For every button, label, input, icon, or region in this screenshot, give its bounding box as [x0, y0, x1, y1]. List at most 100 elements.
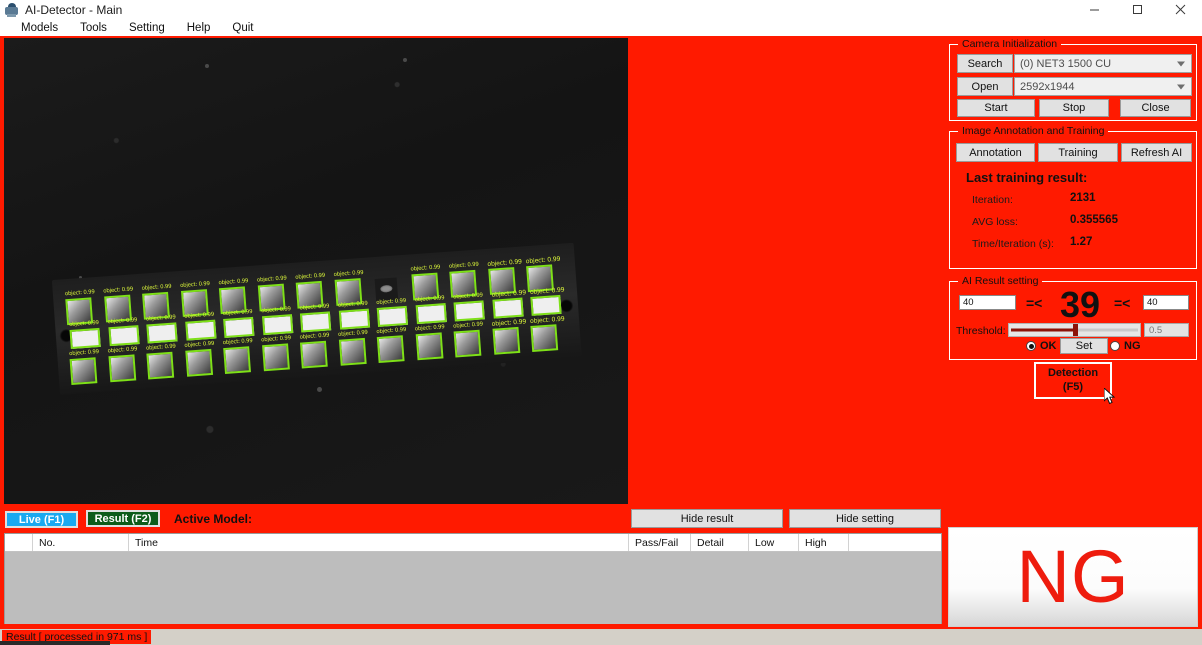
detection-box [146, 351, 175, 380]
threshold-label: Threshold: [956, 325, 1006, 337]
last-training-result-heading: Last training result: [966, 170, 1088, 185]
detection-box [223, 346, 251, 375]
detection-box [261, 314, 293, 336]
image-speck [205, 64, 209, 68]
detection-box [453, 300, 485, 322]
open-button[interactable]: Open [957, 77, 1013, 96]
slider-thumb[interactable] [1073, 324, 1079, 336]
detection-box [299, 340, 328, 369]
detection-box [376, 335, 405, 363]
verdict-text: NG [1016, 535, 1130, 618]
refresh-ai-button[interactable]: Refresh AI [1121, 143, 1192, 162]
table-header-row: No. Time Pass/Fail Detail Low High [5, 534, 941, 552]
avg-loss-value: 0.355565 [1070, 214, 1118, 226]
menu-item-models[interactable]: Models [10, 22, 69, 34]
window-controls [1073, 0, 1202, 19]
table-column-header[interactable]: High [799, 534, 849, 551]
table-column-header[interactable]: No. [33, 534, 129, 551]
low-threshold-input[interactable]: 40 [959, 295, 1016, 310]
ai-result-group-title: AI Result setting [958, 275, 1043, 287]
hide-setting-button[interactable]: Hide setting [789, 509, 941, 528]
detection-button-line2: (F5) [1062, 380, 1084, 393]
time-iteration-label: Time/Iteration (s): [972, 238, 1054, 250]
maximize-icon[interactable] [1116, 0, 1159, 19]
annotation-button[interactable]: Annotation [956, 143, 1035, 162]
camera-icon [4, 2, 20, 18]
minimize-icon[interactable] [1073, 0, 1116, 19]
detection-box [299, 311, 332, 333]
detection-box [338, 337, 367, 366]
chevron-down-icon [1177, 84, 1185, 89]
training-group-title: Image Annotation and Training [958, 125, 1109, 137]
camera-resolution-select[interactable]: 2592x1944 [1014, 77, 1192, 96]
results-table[interactable]: No. Time Pass/Fail Detail Low High [4, 533, 942, 624]
image-speck [403, 58, 407, 62]
camera-group-title: Camera Initialization [958, 38, 1062, 50]
ng-radio-label: NG [1124, 340, 1141, 352]
verdict-panel: NG [948, 527, 1198, 627]
ok-radio[interactable]: OK [1026, 340, 1057, 352]
table-column-header[interactable]: Pass/Fail [629, 534, 691, 551]
camera-device-select[interactable]: (0) NET3 1500 CU [1014, 54, 1192, 73]
set-button[interactable]: Set [1060, 338, 1108, 354]
camera-device-value: (0) NET3 1500 CU [1020, 57, 1112, 70]
menu-item-tools[interactable]: Tools [69, 22, 118, 34]
window-title: AI-Detector - Main [25, 2, 123, 17]
result-tab-button[interactable]: Result (F2) [86, 510, 160, 527]
threshold-slider[interactable] [1008, 323, 1141, 337]
high-threshold-input[interactable]: 40 [1143, 295, 1189, 310]
table-body[interactable] [5, 552, 941, 624]
detection-box [107, 354, 136, 383]
detection-label: object: 0.99 [487, 258, 523, 268]
ok-radio-label: OK [1040, 340, 1057, 352]
threshold-value: 0.5 [1144, 323, 1189, 337]
statusbar-shadow [0, 641, 110, 645]
ok-radio-icon [1026, 341, 1036, 351]
hide-result-button[interactable]: Hide result [631, 509, 783, 528]
detection-box [184, 319, 216, 341]
detection-label: object: 0.99 [491, 318, 527, 328]
menu-bar: Models Tools Setting Help Quit [0, 19, 1202, 36]
menu-item-help[interactable]: Help [176, 22, 222, 34]
detection-box [223, 316, 255, 338]
detection-box [146, 322, 178, 344]
menu-item-quit[interactable]: Quit [221, 22, 264, 34]
detection-box [530, 294, 562, 316]
detection-box [69, 327, 101, 349]
stop-button[interactable]: Stop [1039, 99, 1109, 117]
detection-label: object: 0.99 [529, 315, 565, 326]
image-annotation-training-group: Image Annotation and Training Annotation… [949, 125, 1197, 269]
table-column-header[interactable] [5, 534, 33, 551]
detection-box [184, 348, 213, 377]
detection-button-line1: Detection [1047, 367, 1099, 380]
table-column-header[interactable]: Detail [691, 534, 749, 551]
detection-label: object: 0.99 [525, 255, 561, 266]
mouse-cursor-icon [1103, 386, 1116, 406]
close-camera-button[interactable]: Close [1120, 99, 1191, 117]
detection-button[interactable]: Detection (F5) [1034, 362, 1112, 399]
detection-box [491, 326, 520, 355]
detection-box [491, 297, 524, 319]
ng-radio-icon [1110, 341, 1120, 351]
title-bar: AI-Detector - Main [0, 0, 1202, 19]
table-column-header[interactable]: Low [749, 534, 799, 551]
detection-box [261, 343, 290, 372]
detection-image-viewport[interactable]: object: 0.99 object: 0.99 object: 0.99 obje… [4, 38, 628, 504]
detection-box [530, 324, 559, 352]
training-button[interactable]: Training [1038, 143, 1118, 162]
start-button[interactable]: Start [957, 99, 1035, 117]
slider-fill [1011, 328, 1076, 332]
live-tab-button[interactable]: Live (F1) [5, 511, 78, 528]
ai-result-setting-group: AI Result setting 40 =< 39 =< 40 Thresho… [949, 275, 1197, 360]
detection-box [415, 332, 443, 361]
operator-left: =< [1026, 295, 1043, 311]
ng-radio[interactable]: NG [1110, 340, 1141, 352]
camera-resolution-value: 2592x1944 [1020, 80, 1075, 93]
table-column-header[interactable]: Time [129, 534, 629, 551]
detection-box [69, 357, 98, 386]
close-icon[interactable] [1159, 0, 1202, 19]
search-button[interactable]: Search [957, 54, 1013, 73]
operator-right: =< [1114, 295, 1131, 311]
menu-item-setting[interactable]: Setting [118, 22, 176, 34]
detection-box [107, 325, 140, 347]
